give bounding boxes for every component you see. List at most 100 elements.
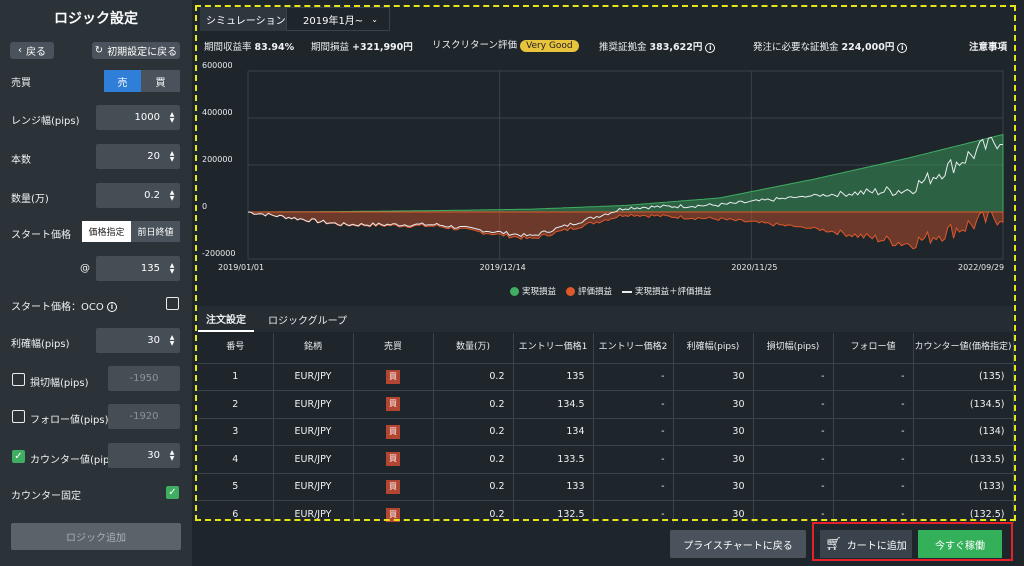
check-icon: ✓ <box>168 487 177 498</box>
table-row[interactable]: 2 EUR/JPY 買 0.2 134.5-30- - (134.5) <box>198 390 1014 418</box>
stepper-icon[interactable]: ▲ ▼ <box>168 449 176 462</box>
table-cell: 30 <box>673 445 754 473</box>
start-price-input[interactable]: 135 ▲ ▼ <box>96 256 180 281</box>
y-tick-label: -200000 <box>202 249 235 258</box>
table-row[interactable]: 5 EUR/JPY 買 0.2 133-30- - (133) <box>198 472 1014 501</box>
buy-badge: 買 <box>386 452 400 467</box>
buy-option[interactable]: 買 <box>141 70 180 92</box>
tab-logic-group[interactable]: ロジックグループ <box>260 306 355 332</box>
top-tabs: シミュレーション 2019年1月~ ⌄ <box>200 7 390 31</box>
count-input[interactable]: 20 ▲ ▼ <box>96 144 180 169</box>
start-price-value: 135 <box>140 263 160 274</box>
table-cell: 買 <box>353 445 434 473</box>
info-icon[interactable]: i <box>897 42 908 53</box>
table-cell: 30 <box>673 390 754 418</box>
required-stat: 発注に必要な証拠金 224,000円 i <box>753 39 908 53</box>
pnl-value: +321,990円 <box>352 42 413 53</box>
side-label: 売買 <box>11 78 31 89</box>
qty-input[interactable]: 0.2 ▲ ▼ <box>96 183 180 208</box>
table-cell: (133) <box>913 472 1014 501</box>
follow-checkbox[interactable] <box>12 410 25 423</box>
x-tick-label: 2022/09/29 <box>958 263 1004 272</box>
add-logic-button[interactable]: ロジック追加 <box>11 523 181 550</box>
tab-simulation[interactable]: シミュレーション <box>200 7 286 31</box>
table-cell: (134.5) <box>913 390 1014 418</box>
follow-input[interactable]: -1920 <box>108 404 180 429</box>
table-cell: 4 <box>198 445 274 473</box>
back-button[interactable]: ‹ 戻る <box>10 42 54 59</box>
info-icon[interactable]: i <box>705 42 716 53</box>
buy-badge: 買 <box>386 369 400 384</box>
table-row[interactable]: 1 EUR/JPY 買 0.2 135-30- - (135) <box>198 362 1014 391</box>
buy-badge: 買 <box>386 424 400 439</box>
stepper-icon[interactable]: ▲ ▼ <box>168 150 176 163</box>
table-cell: 133.5 <box>513 445 594 473</box>
sell-option[interactable]: 売 <box>104 70 141 92</box>
table-cell: 0.2 <box>433 472 514 501</box>
table-cell: 2 <box>198 390 274 418</box>
margin-label: 推奨証拠金 <box>599 42 647 53</box>
chart-legend: 実現損益 評価損益 実現損益＋評価損益 <box>510 285 712 297</box>
range-value: 1000 <box>134 112 160 123</box>
reset-defaults-button[interactable]: ↻ 初期設定に戻る <box>92 42 180 59</box>
table-header: 番号 銘柄 売買 数量(万) エントリー価格1 エントリー価格2 利確幅(pips) 損切幅(… <box>198 333 1014 363</box>
qty-label: 数量(万) <box>11 194 49 205</box>
stepper-icon[interactable]: ▲ ▼ <box>168 189 176 202</box>
x-tick-label: 2020/11/25 <box>731 263 777 272</box>
info-icon[interactable]: i <box>106 302 117 312</box>
table-cell: 買 <box>353 472 434 501</box>
table-cell: - <box>833 362 914 391</box>
table-cell: 30 <box>673 472 754 501</box>
oco-text: スタート価格：OCO <box>11 302 104 313</box>
table-cell: (133.5) <box>913 445 1014 473</box>
table-cell: EUR/JPY <box>273 390 354 418</box>
legend-total-label: 実現損益＋評価損益 <box>635 287 712 297</box>
range-input[interactable]: 1000 ▲ ▼ <box>96 105 180 130</box>
tab-order-settings[interactable]: 注文設定 <box>198 306 254 332</box>
table-cell: 0.2 <box>433 445 514 473</box>
table-row[interactable]: 4 EUR/JPY 買 0.2 133.5-30- - (133.5) <box>198 445 1014 473</box>
counter-input[interactable]: 30 ▲ ▼ <box>108 443 180 468</box>
table-cell: 30 <box>673 417 754 446</box>
counter-checkbox[interactable]: ✓ <box>12 450 25 463</box>
start-price-toggle: 価格指定 前日終値 <box>82 221 180 242</box>
at-symbol: @ <box>80 263 90 274</box>
table-body: 1 EUR/JPY 買 0.2 135-30- - (135) 2 EUR/JPY 買 0.2 134… <box>198 362 1014 528</box>
stepper-icon[interactable]: ▲ ▼ <box>168 262 176 275</box>
table-header-cell: 損切幅(pips) <box>753 333 834 363</box>
oco-checkbox[interactable] <box>166 297 179 310</box>
chevron-down-icon: ⌄ <box>371 14 378 24</box>
table-cell: 134.5 <box>513 390 594 418</box>
check-icon: ✓ <box>14 451 23 462</box>
table-cell: 134 <box>513 417 594 446</box>
table-cell: EUR/JPY <box>273 472 354 501</box>
back-to-price-chart-button[interactable]: プライスチャートに戻る <box>670 530 806 558</box>
take-profit-input[interactable]: 30 ▲ ▼ <box>96 328 180 353</box>
notes-link[interactable]: 注意事項 <box>969 39 1007 53</box>
stop-loss-checkbox[interactable] <box>12 373 25 386</box>
table-header-cell: エントリー価格2 <box>593 333 674 363</box>
table-header-cell: フォロー値 <box>833 333 914 363</box>
table-cell: - <box>593 390 674 418</box>
stop-loss-input[interactable]: -1950 <box>108 366 180 391</box>
table-cell: 30 <box>673 362 754 391</box>
table-cell: - <box>593 445 674 473</box>
panel-title: ロジック設定 <box>54 11 138 27</box>
prev-close-option[interactable]: 前日終値 <box>131 221 180 242</box>
table-row[interactable]: 3 EUR/JPY 買 0.2 134-30- - (134) <box>198 417 1014 446</box>
legend-unrealized: 評価損益 <box>566 285 612 297</box>
stepper-icon[interactable]: ▲ ▼ <box>168 111 176 124</box>
reset-label: 初期設定に戻る <box>107 47 178 58</box>
stop-loss-label: 損切幅(pips) <box>30 378 89 389</box>
table-cell: 0.2 <box>433 417 514 446</box>
stepper-icon[interactable]: ▲ ▼ <box>168 334 176 347</box>
counter-fixed-checkbox[interactable]: ✓ <box>166 486 179 499</box>
period-dropdown[interactable]: 2019年1月~ ⌄ <box>286 7 390 31</box>
table-cell: - <box>753 362 834 391</box>
table-header-cell: 利確幅(pips) <box>673 333 754 363</box>
highlight-box-red <box>812 522 1013 561</box>
table-cell: 3 <box>198 417 274 446</box>
chevron-left-icon: ‹ <box>18 45 22 56</box>
oco-label: スタート価格：OCO i <box>11 298 117 313</box>
price-specify-option[interactable]: 価格指定 <box>82 221 131 242</box>
